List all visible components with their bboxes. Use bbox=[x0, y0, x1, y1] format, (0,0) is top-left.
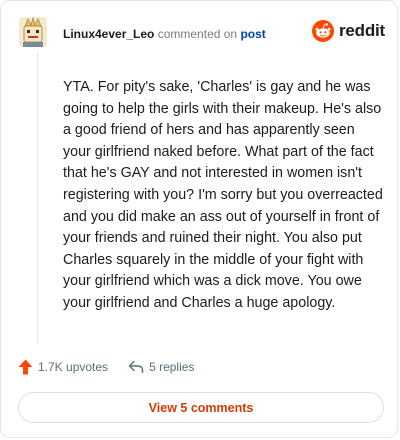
commented-on-label: commented on bbox=[157, 27, 238, 41]
upvote-arrow-icon bbox=[18, 359, 33, 375]
post-link[interactable]: post bbox=[240, 27, 265, 41]
avatar-icon bbox=[19, 17, 47, 47]
replies-count: 5 replies bbox=[149, 360, 195, 374]
upvote-count: 1.7K upvotes bbox=[38, 360, 109, 374]
username-link[interactable]: Linux4ever_Leo bbox=[63, 27, 154, 41]
thread-line[interactable] bbox=[37, 53, 38, 343]
comment-header: Linux4ever_Leo commented on post bbox=[63, 27, 266, 41]
view-comments-button[interactable]: View 5 comments bbox=[18, 392, 384, 423]
user-avatar[interactable] bbox=[19, 17, 47, 47]
comment-actions: 1.7K upvotes 5 replies bbox=[18, 359, 194, 375]
replies-button[interactable]: 5 replies bbox=[128, 360, 194, 374]
reddit-logo[interactable]: reddit bbox=[312, 20, 385, 42]
comment-body: YTA. For pity's sake, 'Charles' is gay a… bbox=[63, 79, 383, 311]
reddit-snoo-icon bbox=[312, 20, 334, 42]
reddit-wordmark: reddit bbox=[339, 21, 386, 40]
comment-card: Linux4ever_Leo commented on post reddit … bbox=[0, 0, 398, 438]
upvote-button[interactable]: 1.7K upvotes bbox=[18, 359, 108, 375]
reply-icon bbox=[128, 360, 144, 374]
